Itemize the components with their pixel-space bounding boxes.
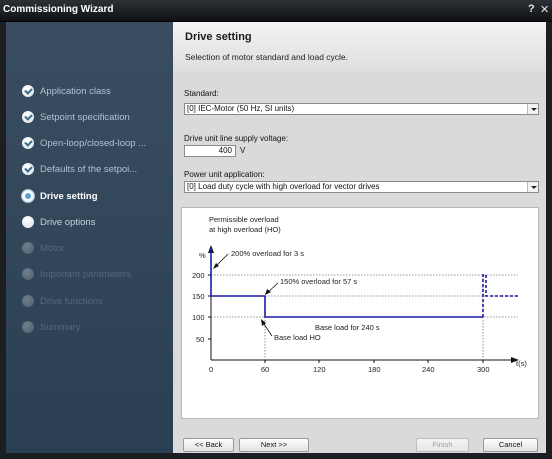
- overload-chart: Permissible overload at high overload (H…: [192, 215, 527, 374]
- step-circle-icon: [22, 321, 34, 333]
- step-label: Drive functions: [40, 295, 103, 307]
- step-circle-icon: [22, 242, 34, 254]
- diagram-title-line1: Permissible overload: [209, 215, 279, 224]
- y-unit-label: %: [199, 251, 206, 260]
- step-application-class[interactable]: Application class: [22, 82, 111, 100]
- chevron-down-icon[interactable]: [527, 104, 538, 114]
- step-defaults-of-setpoint[interactable]: Defaults of the setpoi...: [22, 160, 137, 178]
- standard-select-value: [0] IEC-Motor (50 Hz, SI units): [187, 104, 295, 113]
- step-circle-icon: [22, 216, 34, 228]
- back-button[interactable]: << Back: [183, 438, 234, 452]
- y-tick-50: 50: [196, 335, 204, 344]
- x-tick-120: 120: [313, 365, 326, 374]
- step-drive-functions: Drive functions: [22, 292, 103, 310]
- x-tick-300: 300: [477, 365, 490, 374]
- help-button[interactable]: ?: [528, 3, 535, 15]
- close-button[interactable]: ✕: [540, 3, 549, 16]
- step-label: Drive setting: [40, 190, 98, 202]
- step-drive-setting[interactable]: Drive setting: [22, 187, 98, 205]
- finish-button[interactable]: Finish: [416, 438, 469, 452]
- y-tick-200: 200: [192, 271, 205, 280]
- step-label: Summary: [40, 321, 81, 333]
- x-tick-240: 240: [422, 365, 435, 374]
- checkmark-icon: [22, 85, 34, 97]
- current-step-icon: [22, 190, 34, 202]
- power-application-label: Power unit application:: [184, 170, 265, 179]
- standard-select[interactable]: [0] IEC-Motor (50 Hz, SI units): [184, 103, 539, 115]
- chevron-down-icon[interactable]: [527, 182, 538, 192]
- power-application-select-value: [0] Load duty cycle with high overload f…: [187, 182, 380, 191]
- checkmark-icon: [22, 163, 34, 175]
- checkmark-icon: [22, 137, 34, 149]
- cancel-button[interactable]: Cancel: [483, 438, 538, 452]
- content-panel: Standard: [0] IEC-Motor (50 Hz, SI units…: [173, 72, 546, 453]
- y-tick-150: 150: [192, 292, 205, 301]
- annotation-200-overload: 200% overload for 3 s: [231, 249, 304, 258]
- next-button[interactable]: Next >>: [239, 438, 309, 452]
- step-open-loop-closed-loop[interactable]: Open-loop/closed-loop ...: [22, 134, 146, 152]
- y-tick-100: 100: [192, 313, 205, 322]
- step-label: Application class: [40, 85, 111, 97]
- checkmark-icon: [22, 111, 34, 123]
- voltage-unit: V: [240, 146, 246, 155]
- power-application-select[interactable]: [0] Load duty cycle with high overload f…: [184, 181, 539, 193]
- x-tick-180: 180: [368, 365, 381, 374]
- step-motor: Motor: [22, 239, 64, 257]
- step-important-parameters: Important parameters: [22, 265, 131, 283]
- annotation-base-240: Base load for 240 s: [315, 323, 380, 332]
- step-label: Drive options: [40, 216, 96, 228]
- x-tick-60: 60: [261, 365, 269, 374]
- step-label: Setpoint specification: [40, 111, 130, 123]
- step-label: Defaults of the setpoi...: [40, 163, 138, 175]
- x-tick-0: 0: [209, 365, 213, 374]
- overload-diagram: Permissible overload at high overload (H…: [181, 207, 539, 419]
- page-header: Drive setting Selection of motor standar…: [173, 22, 546, 72]
- step-label: Motor: [40, 242, 65, 254]
- wizard-steps-sidebar: Application class Setpoint specification…: [6, 22, 173, 453]
- page-subtitle: Selection of motor standard and load cyc…: [185, 52, 349, 62]
- step-setpoint-specification[interactable]: Setpoint specification: [22, 108, 130, 126]
- page-title: Drive setting: [185, 31, 252, 43]
- step-circle-icon: [22, 268, 34, 280]
- annotation-base-ho: Base load HO: [274, 333, 321, 342]
- step-drive-options[interactable]: Drive options: [22, 213, 95, 231]
- title-bar: Commissioning Wizard ? ✕: [0, 0, 552, 22]
- step-label: Open-loop/closed-loop ...: [40, 137, 147, 149]
- diagram-title-line2: at high overload (HO): [209, 225, 281, 234]
- voltage-input[interactable]: 400: [184, 145, 236, 157]
- window-title: Commissioning Wizard: [3, 4, 114, 15]
- step-label: Important parameters: [40, 268, 131, 280]
- step-summary: Summary: [22, 318, 81, 336]
- annotation-150-overload: 150% overload for 57 s: [280, 277, 357, 286]
- voltage-label: Drive unit line supply voltage:: [184, 134, 289, 143]
- step-circle-icon: [22, 295, 34, 307]
- standard-label: Standard:: [184, 89, 219, 98]
